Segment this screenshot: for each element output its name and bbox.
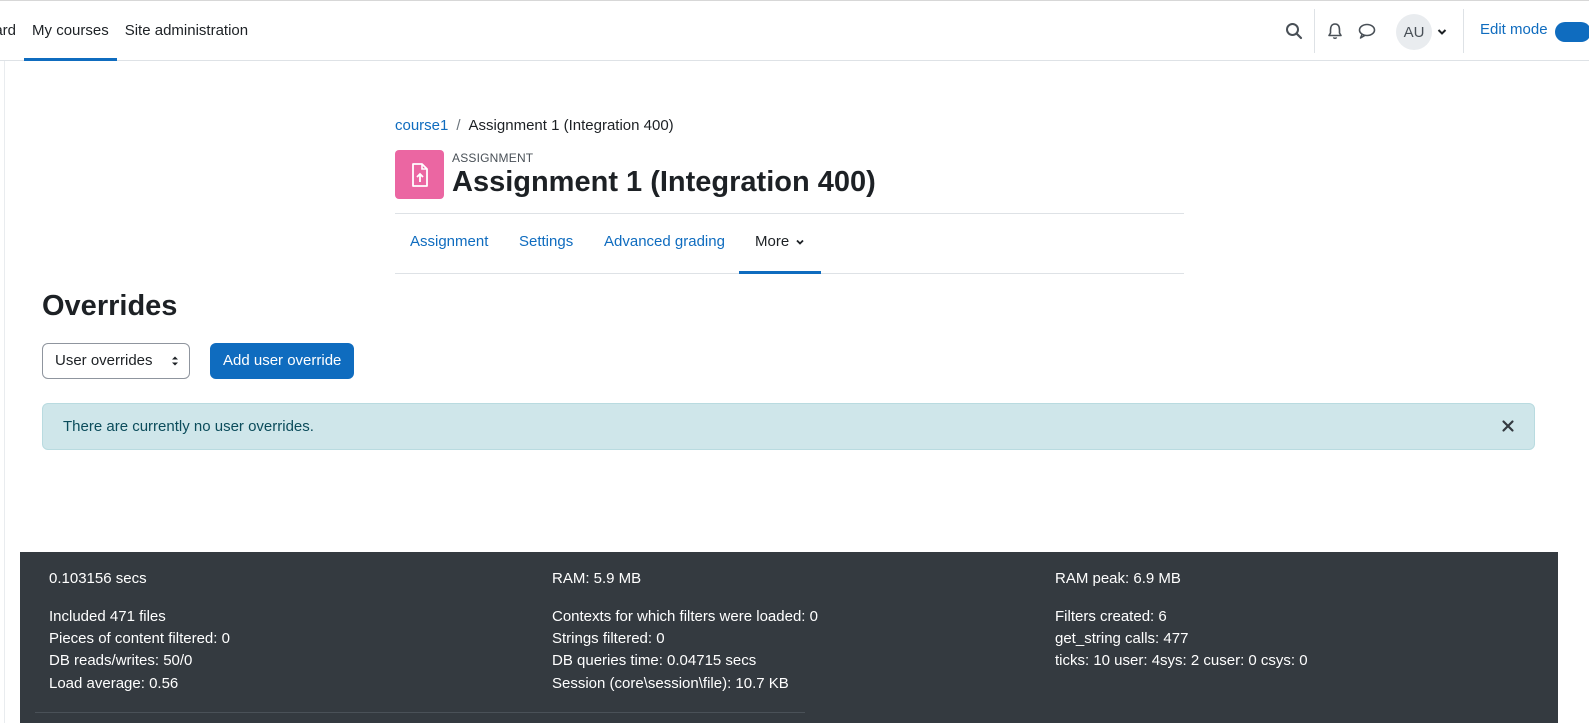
info-alert: There are currently no user overrides. (42, 403, 1535, 450)
tab-advanced-grading[interactable]: Advanced grading (604, 214, 725, 273)
chat-bubble-icon[interactable] (1355, 19, 1379, 43)
close-icon[interactable] (1500, 418, 1516, 434)
search-icon[interactable] (1282, 19, 1306, 43)
override-type-select-value: User overrides (55, 352, 153, 369)
perf-strings-filtered: Strings filtered: 0 (552, 630, 665, 647)
add-user-override-button[interactable]: Add user override (210, 343, 355, 379)
tab-assignment[interactable]: Assignment (410, 214, 488, 273)
perf-db-queries-time: DB queries time: 0.04715 secs (552, 652, 757, 669)
perf-session-size: Session (core\session\file): 10.7 KB (552, 675, 789, 692)
page-title: Assignment 1 (Integration 400) (452, 166, 876, 198)
footer-divider (35, 712, 805, 713)
edit-mode-toggle[interactable] (1555, 22, 1589, 42)
chevron-down-icon[interactable] (1436, 25, 1448, 37)
overrides-heading: Overrides (42, 290, 178, 322)
breadcrumb-current: Assignment 1 (Integration 400) (468, 117, 674, 134)
edit-mode-label[interactable]: Edit mode (1480, 21, 1548, 38)
perf-load-average: Load average: 0.56 (49, 675, 179, 692)
navbar-divider (1314, 9, 1315, 53)
nav-link-my-courses[interactable]: My courses (24, 1, 117, 61)
perf-time: 0.103156 secs (49, 570, 147, 587)
perf-ram: RAM: 5.9 MB (552, 570, 642, 587)
alert-message: There are currently no user overrides. (63, 418, 314, 435)
nav-link-site-administration[interactable]: Site administration (117, 1, 256, 61)
top-navbar: oard My courses Site administration AU E… (0, 0, 1589, 61)
perf-content-filtered: Pieces of content filtered: 0 (49, 630, 230, 647)
tab-more-label: More (755, 233, 790, 250)
perf-filters-created: Filters created: 6 (1055, 608, 1167, 625)
performance-footer: 0.103156 secs Included 471 files Pieces … (20, 552, 1558, 723)
primary-navigation: oard My courses Site administration (0, 1, 256, 61)
perf-db-reads-writes: DB reads/writes: 50/0 (49, 652, 193, 669)
override-type-select[interactable]: User overrides (42, 343, 190, 379)
navbar-divider (1463, 9, 1464, 53)
breadcrumb-separator: / (456, 117, 461, 134)
drawer-edge (0, 61, 5, 723)
select-arrows-icon (172, 356, 178, 366)
bell-icon[interactable] (1323, 19, 1347, 43)
perf-filter-contexts: Contexts for which filters were loaded: … (552, 608, 818, 625)
chevron-down-icon (796, 239, 804, 245)
tab-more[interactable]: More (738, 214, 822, 274)
perf-ram-peak: RAM peak: 6.9 MB (1055, 570, 1181, 587)
tab-settings[interactable]: Settings (519, 214, 573, 273)
perf-ticks: ticks: 10 user: 4sys: 2 cuser: 0 csys: 0 (1055, 652, 1308, 669)
perf-get-string-calls: get_string calls: 477 (1055, 630, 1189, 647)
user-avatar[interactable]: AU (1396, 14, 1432, 50)
assignment-file-upload-icon (395, 150, 444, 199)
breadcrumb: course1 / Assignment 1 (Integration 400) (395, 117, 674, 134)
breadcrumb-course-link[interactable]: course1 (395, 117, 448, 134)
perf-included-files: Included 471 files (49, 608, 166, 625)
nav-link-dashboard[interactable]: oard (0, 1, 24, 61)
activity-type-label: ASSIGNMENT (452, 151, 534, 165)
secondary-navigation: Assignment Settings Advanced grading Mor… (395, 213, 1184, 274)
